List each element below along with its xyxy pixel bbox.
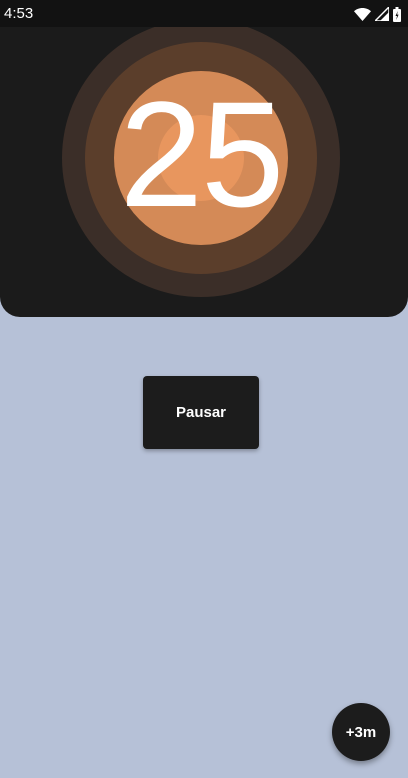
status-bar: 4:53: [0, 0, 408, 27]
status-icons: [354, 6, 401, 22]
status-time: 4:53: [4, 5, 34, 22]
battery-icon: [393, 6, 401, 22]
pause-button[interactable]: Pausar: [143, 376, 259, 449]
add-time-button[interactable]: +3m: [332, 703, 390, 761]
wifi-icon: [354, 7, 371, 21]
timer-panel: 25: [0, 27, 408, 317]
countdown-value: 25: [119, 70, 285, 238]
signal-icon: [375, 7, 389, 21]
